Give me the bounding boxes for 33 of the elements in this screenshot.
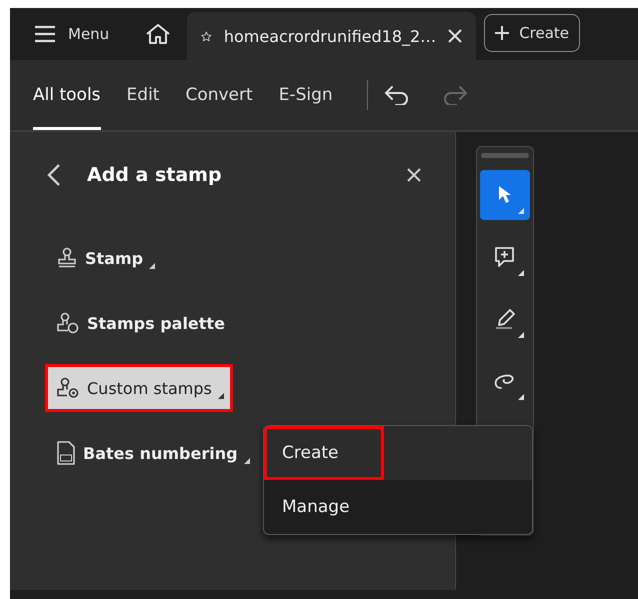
toolbar-tab[interactable]: E-Sign — [278, 60, 345, 130]
document-tab-title: homeacrordrunified18_2… — [224, 26, 436, 46]
submenu-caret-icon — [518, 332, 524, 338]
menu-button[interactable]: Menu — [10, 8, 128, 60]
plus-icon — [495, 26, 510, 40]
submenu-caret-icon — [518, 394, 524, 400]
toolbar-tab[interactable]: Convert — [185, 60, 265, 130]
stamp-tool-item[interactable]: Bates numbering — [45, 429, 259, 477]
marker-icon — [493, 307, 517, 331]
numbered-document-icon — [56, 441, 76, 465]
document-tab[interactable]: homeacrordrunified18_2… — [187, 12, 476, 60]
panel-close-icon[interactable] — [407, 168, 421, 182]
back-icon[interactable] — [47, 163, 61, 187]
menu-item[interactable]: Manage — [264, 480, 532, 534]
stamp-tool-item[interactable]: Custom stamps — [45, 364, 233, 412]
toolbar-tab[interactable]: Edit — [126, 60, 172, 130]
home-icon[interactable] — [145, 23, 172, 45]
tool-button[interactable] — [480, 170, 530, 220]
panel-title: Add a stamp — [87, 164, 222, 186]
submenu-caret-icon — [518, 208, 524, 214]
tab-close-icon[interactable] — [448, 29, 462, 43]
stamp-icon — [56, 247, 78, 269]
add-comment-icon — [493, 245, 517, 269]
stamp-tool-item[interactable]: Stamp — [45, 234, 164, 282]
stamp-gear-icon — [56, 377, 80, 399]
menu-item[interactable]: Create — [264, 426, 384, 480]
menu-icon — [34, 25, 56, 43]
toolbar-tab[interactable]: All tools — [33, 60, 101, 130]
create-button[interactable]: Create — [484, 14, 580, 52]
stamp-palette-icon — [56, 312, 80, 334]
drag-handle[interactable] — [481, 153, 529, 158]
stamp-tool-item[interactable]: Stamps palette — [45, 299, 234, 347]
submenu-caret-icon — [518, 270, 524, 276]
